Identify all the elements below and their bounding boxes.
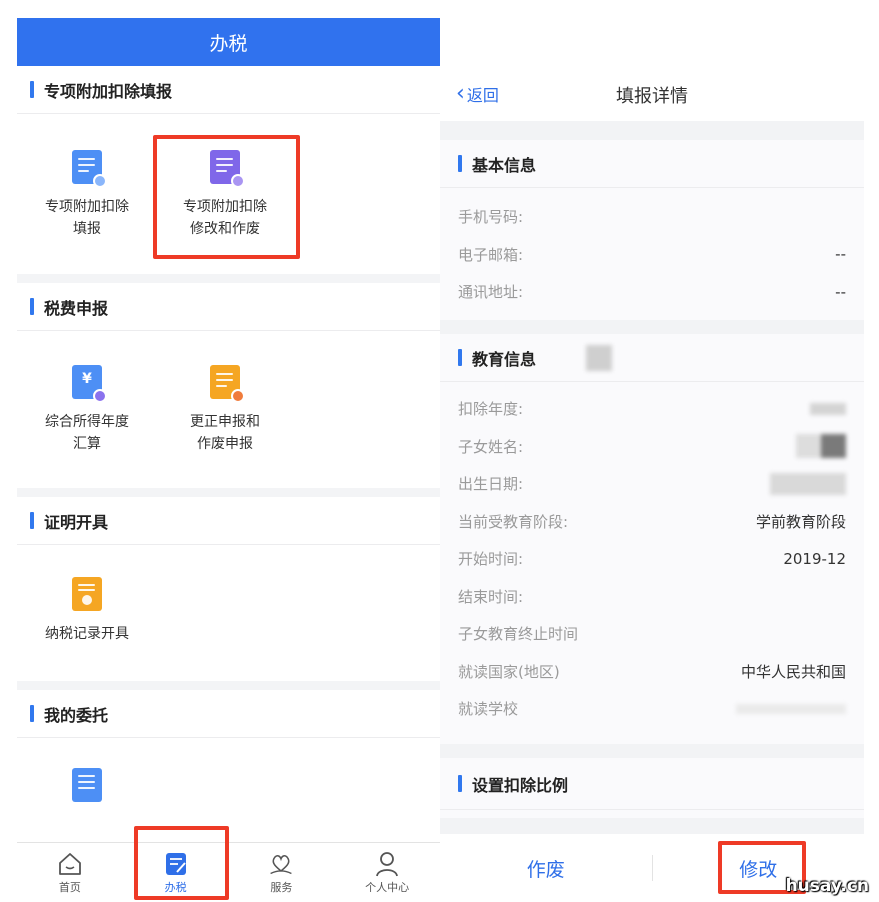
info-row-phone: 手机号码: xyxy=(458,208,524,227)
redacted-value xyxy=(796,434,846,459)
section-accent-bar xyxy=(30,81,34,98)
section-accent-bar xyxy=(30,298,34,315)
correct-void-filing-tile[interactable]: 更正申报和 作废申报 xyxy=(155,365,295,455)
redacted-block xyxy=(586,344,613,371)
tab-personal-center[interactable]: 个人中心 xyxy=(334,843,440,902)
edit-document-icon xyxy=(72,150,107,188)
delegation-icon xyxy=(72,768,102,802)
edu-row-end-time: 结束时间: xyxy=(458,587,524,606)
edu-row-school: 就读学校 xyxy=(440,690,864,728)
section-accent-bar xyxy=(458,155,462,172)
redacted-value xyxy=(770,472,846,495)
section-title: 基本信息 xyxy=(472,155,537,175)
home-icon xyxy=(57,851,83,877)
section-title: 税费申报 xyxy=(44,298,109,318)
delegation-tile[interactable] xyxy=(17,768,157,814)
edu-row-termination: 子女教育终止时间 xyxy=(458,625,579,644)
section-tax-filing: 税费申报 ¥ 综合所得年度 汇算 更正申报和 作废申报 xyxy=(17,283,440,488)
tab-home[interactable]: 首页 xyxy=(17,843,123,902)
nav-bar: ‹ 返回 填报详情 xyxy=(440,64,864,121)
section-accent-bar xyxy=(30,512,34,529)
section-certificate: 证明开具 纳税记录开具 xyxy=(17,497,440,681)
edu-row-birth-date: 出生日期: xyxy=(440,465,864,503)
section-title: 专项附加扣除填报 xyxy=(44,81,173,101)
section-title: 我的委托 xyxy=(44,705,109,725)
highlight-box-tax-tab xyxy=(134,826,229,900)
tax-record-certificate-tile[interactable]: 纳税记录开具 xyxy=(17,577,157,645)
person-icon xyxy=(374,851,400,877)
highlight-box-modify-tile xyxy=(153,135,300,259)
watermark: husay.cn xyxy=(785,876,869,896)
basic-info-card: 基本信息 手机号码: 电子邮箱: -- 通讯地址: -- xyxy=(440,140,864,320)
redacted-value xyxy=(810,402,846,415)
tab-service[interactable]: 服务 xyxy=(229,843,335,902)
yuan-document-icon: ¥ xyxy=(72,365,107,403)
section-accent-bar xyxy=(30,705,34,722)
screen-root: 办税 专项附加扣除填报 专项附加扣除 填报 专项附加扣除 修改和作废 税费申报 … xyxy=(0,0,879,902)
page-title: 填报详情 xyxy=(616,86,688,107)
annual-settlement-tile[interactable]: ¥ 综合所得年度 汇算 xyxy=(17,365,157,455)
filing-detail-panel: ‹ 返回 填报详情 基本信息 手机号码: 电子邮箱: -- 通讯地址: -- 教育信… xyxy=(440,64,864,902)
edu-row-start-time: 开始时间: 2019-12 xyxy=(458,549,846,569)
redacted-value xyxy=(736,703,846,714)
info-row-address: 通讯地址: -- xyxy=(458,282,846,302)
page-title: 办税 xyxy=(17,18,440,66)
section-title: 证明开具 xyxy=(44,512,109,532)
section-title: 教育信息 xyxy=(472,349,537,369)
void-button[interactable]: 作废 xyxy=(440,855,652,882)
edu-row-country: 就读国家(地区) 中华人民共和国 xyxy=(458,662,846,681)
section-accent-bar xyxy=(458,775,462,792)
document-cancel-icon xyxy=(210,365,245,403)
edu-row-stage: 当前受教育阶段: 学前教育阶段 xyxy=(458,512,846,531)
edu-row-child-name: 子女姓名: xyxy=(440,428,864,466)
education-info-card: 教育信息 扣除年度: 子女姓名: 出生日期: 当前受教育阶段: 学前教育阶段 开始… xyxy=(440,334,864,744)
section-title: 设置扣除比例 xyxy=(472,775,569,795)
info-row-email: 电子邮箱: -- xyxy=(458,245,846,264)
heart-service-icon xyxy=(268,851,294,877)
edu-row-year: 扣除年度: xyxy=(440,390,864,428)
section-accent-bar xyxy=(458,349,462,366)
special-deduction-fill-tile[interactable]: 专项附加扣除 填报 xyxy=(17,150,157,240)
deduction-ratio-card[interactable]: 设置扣除比例 xyxy=(440,758,864,818)
certificate-icon xyxy=(72,577,102,611)
